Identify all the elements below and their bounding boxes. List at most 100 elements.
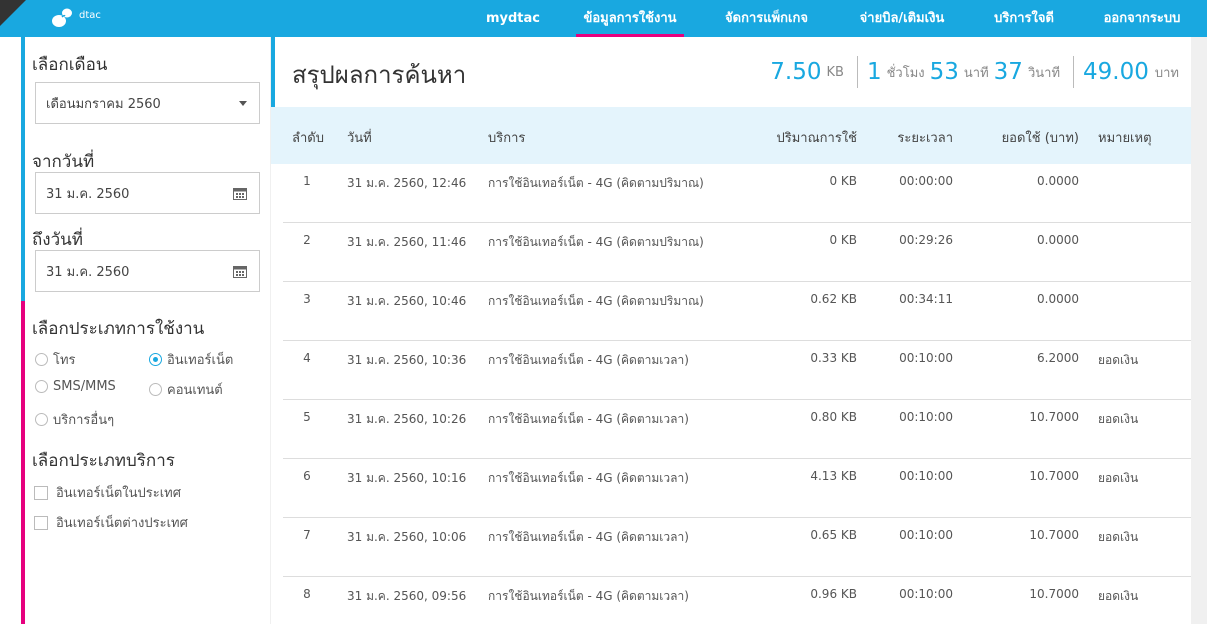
radio-internet[interactable]: อินเทอร์เน็ต xyxy=(149,349,233,370)
cell-amount: 0.0000 xyxy=(1037,174,1079,188)
radio-content[interactable]: คอนเทนต์ xyxy=(149,379,223,400)
cell-volume: 0 KB xyxy=(829,174,857,188)
summary-seconds: 37 xyxy=(993,59,1023,85)
column-header-remark: หมายเหตุ xyxy=(1098,131,1152,146)
cell-no: 2 xyxy=(303,233,311,247)
to-date-value: 31 ม.ค. 2560 xyxy=(46,264,130,280)
sidebar-blue-accent xyxy=(21,37,25,301)
usage-summary: 7.50 KB 1 ชั่วโมง 53 นาที 37 วินาที 49.0… xyxy=(770,55,1179,89)
table-row: 8 31 ม.ค. 2560, 09:56 การใช้อินเทอร์เน็ต -… xyxy=(283,577,1191,624)
nav-manage-package[interactable]: จัดการแพ็กเกจ xyxy=(715,0,818,37)
summary-hours: 1 xyxy=(866,59,882,85)
cell-service: การใช้อินเทอร์เน็ต - 4G (คิดตามเวลา) xyxy=(488,589,689,603)
nav-jaidee-services[interactable]: บริการใจดี xyxy=(985,0,1063,37)
radio-other-services[interactable]: บริการอื่นๆ xyxy=(35,409,114,430)
cell-service: การใช้อินเทอร์เน็ต - 4G (คิดตามเวลา) xyxy=(488,530,689,544)
from-date-label: จากวันที่ xyxy=(32,152,95,172)
cell-duration: 00:34:11 xyxy=(899,292,953,306)
top-navigation-bar: dtac mydtac ข้อมูลการใช้งาน จัดการแพ็กเก… xyxy=(0,0,1207,37)
page-title: สรุปผลการค้นหา xyxy=(292,61,467,89)
cell-remark: ยอดเงิน xyxy=(1098,412,1139,426)
checkbox-label: อินเทอร์เน็ตในประเทศ xyxy=(56,486,181,501)
cell-amount: 10.7000 xyxy=(1029,528,1079,542)
summary-minutes: 53 xyxy=(929,59,959,85)
cell-remark: ยอดเงิน xyxy=(1098,353,1139,367)
nav-pay-bill[interactable]: จ่ายบิล/เติมเงิน xyxy=(848,0,956,37)
cell-duration: 00:10:00 xyxy=(899,587,953,601)
table-row: 3 31 ม.ค. 2560, 10:46 การใช้อินเทอร์เน็ต -… xyxy=(283,282,1191,341)
radio-label: บริการอื่นๆ xyxy=(53,413,115,428)
month-select-value: เดือนมกราคม 2560 xyxy=(46,96,161,112)
sidebar-pink-accent xyxy=(21,301,25,624)
radio-indicator xyxy=(35,353,48,366)
checkbox-indicator xyxy=(34,515,48,530)
nav-logout[interactable]: ออกจากระบบ xyxy=(1093,0,1191,37)
column-header-duration: ระยะเวลา xyxy=(897,131,953,146)
cell-amount: 10.7000 xyxy=(1029,587,1079,601)
from-date-field[interactable]: 31 ม.ค. 2560 xyxy=(35,172,260,214)
cell-service: การใช้อินเทอร์เน็ต - 4G (คิดตามปริมาณ) xyxy=(488,235,704,249)
cell-no: 7 xyxy=(303,528,311,542)
summary-hours-unit: ชั่วโมง xyxy=(886,65,925,81)
radio-sms-mms[interactable]: SMS/MMS xyxy=(35,379,116,394)
cell-duration: 00:10:00 xyxy=(899,469,953,483)
cell-duration: 00:10:00 xyxy=(899,410,953,424)
column-header-no: ลำดับ xyxy=(292,131,324,146)
checkbox-indicator xyxy=(34,485,48,500)
cell-date: 31 ม.ค. 2560, 09:56 xyxy=(347,589,467,603)
cell-date: 31 ม.ค. 2560, 10:36 xyxy=(347,353,467,367)
summary-data-unit: KB xyxy=(826,64,844,80)
radio-label: โทร xyxy=(53,353,76,368)
cell-duration: 00:29:26 xyxy=(899,233,953,247)
cell-amount: 10.7000 xyxy=(1029,410,1079,424)
summary-data-value: 7.50 xyxy=(770,59,822,85)
table-row: 7 31 ม.ค. 2560, 10:06 การใช้อินเทอร์เน็ต -… xyxy=(283,518,1191,577)
cell-volume: 0.62 KB xyxy=(810,292,857,306)
dtac-logo[interactable]: dtac xyxy=(50,7,101,29)
summary-divider xyxy=(856,56,858,88)
nav-mydtac[interactable]: mydtac xyxy=(480,0,546,37)
calendar-icon[interactable] xyxy=(233,187,247,200)
cell-volume: 4.13 KB xyxy=(810,469,857,483)
checkbox-international-internet[interactable]: อินเทอร์เน็ตต่างประเทศ xyxy=(34,512,188,533)
summary-minutes-unit: นาที xyxy=(963,65,989,81)
title-accent-bar xyxy=(271,37,275,107)
cell-service: การใช้อินเทอร์เน็ต - 4G (คิดตามเวลา) xyxy=(488,471,689,485)
nav-usage-info[interactable]: ข้อมูลการใช้งาน xyxy=(576,0,684,37)
summary-cost-unit: บาท xyxy=(1154,65,1179,81)
cell-volume: 0 KB xyxy=(829,233,857,247)
calendar-icon[interactable] xyxy=(233,265,247,278)
service-type-label: เลือกประเภทบริการ xyxy=(32,451,175,471)
cell-date: 31 ม.ค. 2560, 11:46 xyxy=(347,235,467,249)
page-gutter xyxy=(1191,37,1207,624)
to-date-field[interactable]: 31 ม.ค. 2560 xyxy=(35,250,260,292)
cell-date: 31 ม.ค. 2560, 10:06 xyxy=(347,530,467,544)
summary-seconds-unit: วินาที xyxy=(1027,65,1061,81)
usage-type-label: เลือกประเภทการใช้งาน xyxy=(32,319,205,339)
cell-amount: 10.7000 xyxy=(1029,469,1079,483)
table-row: 2 31 ม.ค. 2560, 11:46 การใช้อินเทอร์เน็ต -… xyxy=(283,223,1191,282)
to-date-label: ถึงวันที่ xyxy=(32,230,83,250)
summary-cost: 49.00 xyxy=(1083,59,1149,85)
checkbox-domestic-internet[interactable]: อินเทอร์เน็ตในประเทศ xyxy=(34,482,181,503)
cell-service: การใช้อินเทอร์เน็ต - 4G (คิดตามปริมาณ) xyxy=(488,176,704,190)
radio-label: อินเทอร์เน็ต xyxy=(167,353,234,368)
cell-no: 3 xyxy=(303,292,311,306)
radio-indicator-selected xyxy=(149,353,162,366)
cell-no: 4 xyxy=(303,351,311,365)
dtac-logo-icon xyxy=(52,8,72,27)
cell-no: 1 xyxy=(303,174,311,188)
table-header: ลำดับ วันที่ บริการ ปริมาณการใช้ ระยะเวล… xyxy=(271,107,1191,164)
cell-remark: ยอดเงิน xyxy=(1098,589,1139,603)
cell-amount: 0.0000 xyxy=(1037,233,1079,247)
radio-call[interactable]: โทร xyxy=(35,349,76,370)
column-header-date: วันที่ xyxy=(347,131,372,146)
radio-indicator xyxy=(149,383,162,396)
cell-amount: 0.0000 xyxy=(1037,292,1079,306)
cell-date: 31 ม.ค. 2560, 12:46 xyxy=(347,176,467,190)
month-select[interactable]: เดือนมกราคม 2560 xyxy=(35,82,260,124)
column-header-volume: ปริมาณการใช้ xyxy=(776,131,858,146)
checkbox-label: อินเทอร์เน็ตต่างประเทศ xyxy=(56,516,188,531)
logo-text: dtac xyxy=(79,9,101,21)
cell-duration: 00:00:00 xyxy=(899,174,953,188)
